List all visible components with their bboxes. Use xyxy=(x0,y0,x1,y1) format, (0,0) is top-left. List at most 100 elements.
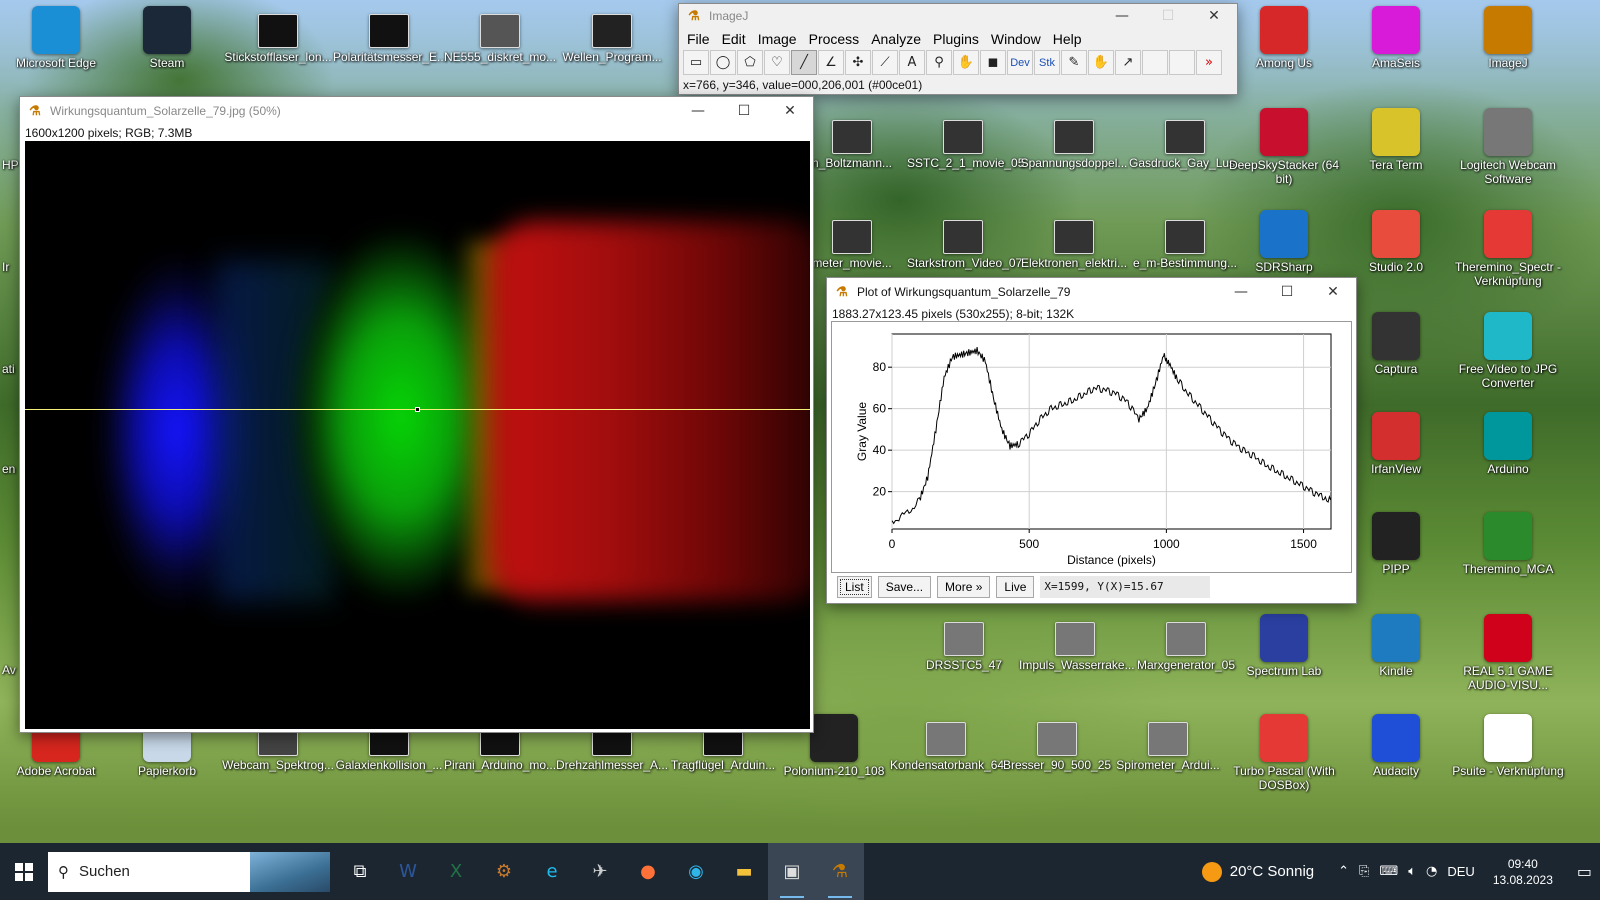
desktop-shortcut[interactable]: Wellen_Program... xyxy=(556,6,668,64)
wand-tool[interactable]: ⟋ xyxy=(872,50,898,75)
desktop-shortcut[interactable]: SSTC_2_1_movie_05 xyxy=(907,112,1024,170)
desktop-shortcut[interactable]: Kindle xyxy=(1340,614,1452,678)
menu-edit[interactable]: Edit xyxy=(718,31,754,47)
desktop-shortcut[interactable]: Spectrum Lab xyxy=(1228,614,1340,678)
image-window-titlebar[interactable]: ⚗ Wirkungsquantum_Solarzelle_79.jpg (50%… xyxy=(20,97,813,125)
empty-tool-1[interactable] xyxy=(1142,50,1168,75)
clock[interactable]: 09:40 13.08.2023 xyxy=(1493,856,1553,888)
excel-icon[interactable]: X xyxy=(432,843,480,900)
desktop-shortcut[interactable]: Tera Term xyxy=(1340,108,1452,172)
desktop-shortcut[interactable]: Psuite - Verknüpfung xyxy=(1452,714,1564,778)
spectrum-image[interactable] xyxy=(25,141,810,729)
magnifier-tool[interactable]: ⚲ xyxy=(926,50,952,75)
maximize-button[interactable]: ☐ xyxy=(721,97,767,125)
menu-process[interactable]: Process xyxy=(805,31,868,47)
desktop-shortcut[interactable]: Kondensatorbank_64 xyxy=(890,714,1004,772)
app-drone-icon[interactable]: ✈ xyxy=(576,843,624,900)
network-icon[interactable]: ⎘ xyxy=(1359,864,1369,879)
desktop-shortcut[interactable]: ImageJ xyxy=(1452,6,1564,70)
oval-tool[interactable]: ◯ xyxy=(710,50,736,75)
firefox-icon[interactable]: ● xyxy=(624,843,672,900)
hand-tool[interactable]: ✋ xyxy=(953,50,979,75)
volume-icon[interactable]: 🔈︎ xyxy=(1408,864,1416,879)
brush-tool[interactable]: ✎ xyxy=(1061,50,1087,75)
desktop-shortcut[interactable]: Polaritätsmesser_E... xyxy=(333,6,447,64)
task-view-icon[interactable]: ⧉ xyxy=(336,843,384,900)
desktop-shortcut[interactable]: Microsoft Edge xyxy=(0,6,112,70)
desktop-shortcut[interactable]: Elektronen_elektri... xyxy=(1018,212,1130,270)
wifi-icon[interactable]: ◔ xyxy=(1426,864,1437,879)
menu-image[interactable]: Image xyxy=(754,31,805,47)
desktop-shortcut[interactable]: Gasdruck_Gay_Lus... xyxy=(1129,112,1245,170)
menu-plugins[interactable]: Plugins xyxy=(929,31,987,47)
close-button[interactable]: ✕ xyxy=(1191,4,1237,28)
desktop-shortcut[interactable]: e_m-Bestimmung... xyxy=(1129,212,1241,270)
desktop-shortcut[interactable]: Audacity xyxy=(1340,714,1452,778)
minimize-button[interactable]: — xyxy=(1099,4,1145,28)
notification-icon[interactable]: ▭ xyxy=(1577,862,1592,881)
rectangle-tool[interactable]: ▭ xyxy=(683,50,709,75)
line-selection-handle[interactable] xyxy=(415,407,420,412)
more-tools[interactable]: » xyxy=(1196,50,1222,75)
chevron-up-icon[interactable]: ⌃ xyxy=(1338,864,1349,879)
desktop-shortcut[interactable]: Logitech Webcam Software xyxy=(1452,108,1564,186)
live-button[interactable]: Live xyxy=(996,576,1035,598)
close-button[interactable]: ✕ xyxy=(1310,278,1356,306)
imagej-viewer-icon[interactable]: ▣ xyxy=(768,843,816,900)
plot-area[interactable]: 0 500 1000 1500 20 40 60 80 Distance (pixels) Gra… xyxy=(831,321,1352,573)
desktop-shortcut[interactable]: Bresser_90_500_25 xyxy=(1001,714,1113,772)
desktop-shortcut[interactable]: REAL 5.1 GAME AUDIO-VISU... xyxy=(1452,614,1564,692)
desktop-shortcut[interactable]: Marxgenerator_05 xyxy=(1130,614,1242,672)
menu-window[interactable]: Window xyxy=(987,31,1049,47)
arrow-tool[interactable]: ↗ xyxy=(1115,50,1141,75)
desktop-shortcut[interactable]: Studio 2.0 xyxy=(1340,210,1452,274)
weather-widget[interactable]: 20°C Sonnig xyxy=(1201,861,1314,882)
edge-taskbar-icon[interactable]: ◉ xyxy=(672,843,720,900)
language-indicator[interactable]: DEU xyxy=(1447,864,1474,879)
list-button[interactable]: List xyxy=(837,576,872,598)
minimize-button[interactable]: — xyxy=(1218,278,1264,306)
start-button[interactable] xyxy=(0,843,48,900)
save-button[interactable]: Save... xyxy=(877,576,932,598)
dev-tool[interactable]: Dev xyxy=(1007,50,1033,75)
menu-help[interactable]: Help xyxy=(1049,31,1090,47)
minimize-button[interactable]: — xyxy=(675,97,721,125)
close-button[interactable]: ✕ xyxy=(767,97,813,125)
imagej-taskbar-icon[interactable]: ⚗ xyxy=(816,843,864,900)
desktop-shortcut[interactable]: Turbo Pascal (With DOSBox) xyxy=(1228,714,1340,792)
ime-icon[interactable]: ⌨ xyxy=(1379,864,1398,879)
imagej-titlebar[interactable]: ⚗ ImageJ — ☐ ✕ xyxy=(679,4,1237,28)
line-tool[interactable]: ╱ xyxy=(791,50,817,75)
desktop-shortcut[interactable]: SDRSharp xyxy=(1228,210,1340,274)
more-button[interactable]: More » xyxy=(937,576,991,598)
maximize-button[interactable]: ☐ xyxy=(1264,278,1310,306)
desktop-shortcut[interactable]: NE555_diskret_mo... xyxy=(444,6,556,64)
desktop-shortcut[interactable]: Theremino_Spectr - Verknüpfung xyxy=(1452,210,1564,288)
desktop-shortcut[interactable]: Impuls_Wasserrake... xyxy=(1019,614,1135,672)
menu-file[interactable]: File xyxy=(683,31,718,47)
desktop-shortcut[interactable]: Stickstofflaser_lon... xyxy=(222,6,334,64)
plot-window-titlebar[interactable]: ⚗ Plot of Wirkungsquantum_Solarzelle_79 … xyxy=(827,278,1356,306)
desktop-shortcut[interactable]: Free Video to JPG Converter xyxy=(1452,312,1564,390)
desktop-shortcut[interactable]: Theremino_MCA xyxy=(1452,512,1564,576)
file-explorer-icon[interactable]: ▬ xyxy=(720,843,768,900)
desktop-shortcut[interactable]: DeepSkyStacker (64 bit) xyxy=(1228,108,1340,186)
flood-tool[interactable]: ✋ xyxy=(1088,50,1114,75)
desktop-shortcut[interactable]: Spirometer_Ardui... xyxy=(1112,714,1224,772)
stk-tool[interactable]: Stk xyxy=(1034,50,1060,75)
desktop-shortcut[interactable]: Among Us xyxy=(1228,6,1340,70)
empty-tool-2[interactable] xyxy=(1169,50,1195,75)
desktop-shortcut[interactable]: Arduino xyxy=(1452,412,1564,476)
word-icon[interactable]: W xyxy=(384,843,432,900)
app-tool-icon[interactable]: ⚙ xyxy=(480,843,528,900)
freehand-tool[interactable]: ♡ xyxy=(764,50,790,75)
point-tool[interactable]: ✣ xyxy=(845,50,871,75)
desktop-shortcut[interactable]: Starkstrom_Video_07 xyxy=(907,212,1022,270)
taskbar-search[interactable]: ⚲ Suchen xyxy=(48,851,330,892)
desktop-shortcut[interactable]: DRSSTC5_47 xyxy=(908,614,1020,672)
color-picker-tool[interactable]: ◼ xyxy=(980,50,1006,75)
desktop-shortcut[interactable]: Steam xyxy=(111,6,223,70)
internet-explorer-icon[interactable]: e xyxy=(528,843,576,900)
maximize-button[interactable]: ☐ xyxy=(1145,4,1191,28)
desktop-shortcut[interactable]: Spannungsdoppel... xyxy=(1018,112,1130,170)
